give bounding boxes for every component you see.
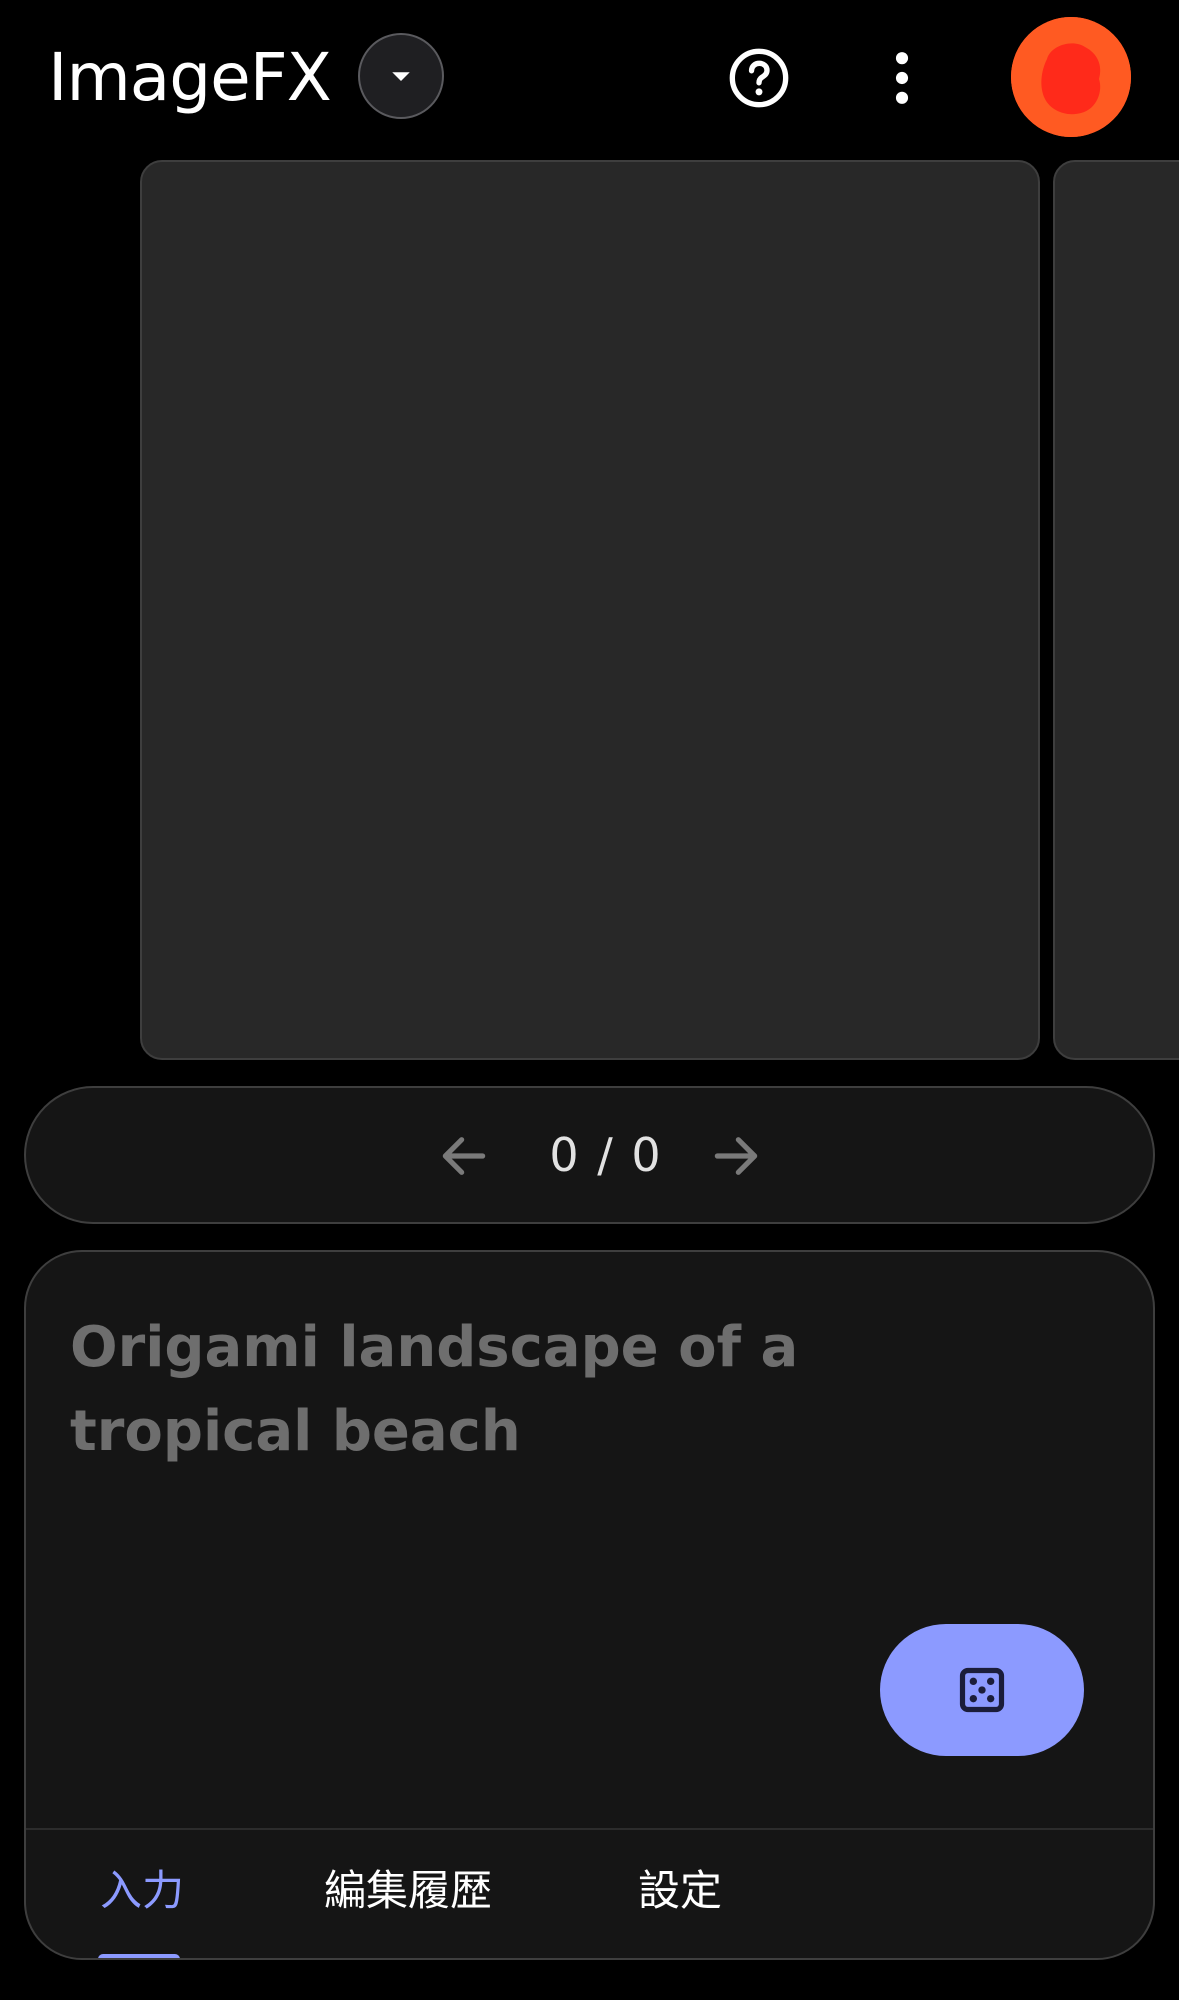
tab-settings[interactable]: 設定 — [638, 1830, 722, 1958]
account-avatar[interactable] — [1011, 17, 1131, 137]
caret-down-icon — [392, 72, 410, 81]
arrow-left-icon — [442, 1137, 486, 1175]
app-title: ImageFX — [48, 39, 332, 116]
more-options-button[interactable] — [880, 41, 924, 115]
arrow-right-icon — [714, 1137, 758, 1175]
help-circle-icon — [729, 48, 789, 108]
more-vert-icon — [895, 52, 909, 104]
image-pager: 0 / 0 — [24, 1086, 1155, 1224]
top-app-bar: ImageFX — [0, 0, 1179, 155]
active-tab-indicator — [98, 1954, 180, 1958]
prompt-panel: Origami landscape of a tropical beach 入力… — [24, 1250, 1155, 1960]
tab-input[interactable]: 入力 — [100, 1830, 184, 1958]
tab-edit-history[interactable]: 編集履歴 — [324, 1830, 492, 1958]
previous-image-button[interactable] — [426, 1118, 502, 1194]
help-button[interactable] — [722, 41, 796, 115]
app-root: ImageFX 0 / 0 Origami landscape of a tro… — [0, 0, 1179, 2000]
next-image-placeholder[interactable] — [1053, 160, 1179, 1060]
tool-switcher-dropdown-button[interactable] — [358, 33, 444, 119]
generated-image-placeholder[interactable] — [140, 160, 1040, 1060]
prompt-input[interactable]: Origami landscape of a tropical beach — [70, 1306, 1030, 1474]
avatar-image — [1011, 17, 1131, 137]
bottom-tab-bar: 入力 編集履歴 設定 — [26, 1828, 1153, 1958]
next-image-button[interactable] — [698, 1118, 774, 1194]
image-count: 0 / 0 — [549, 1128, 663, 1182]
dice-icon — [959, 1667, 1005, 1713]
random-prompt-button[interactable] — [880, 1624, 1084, 1756]
